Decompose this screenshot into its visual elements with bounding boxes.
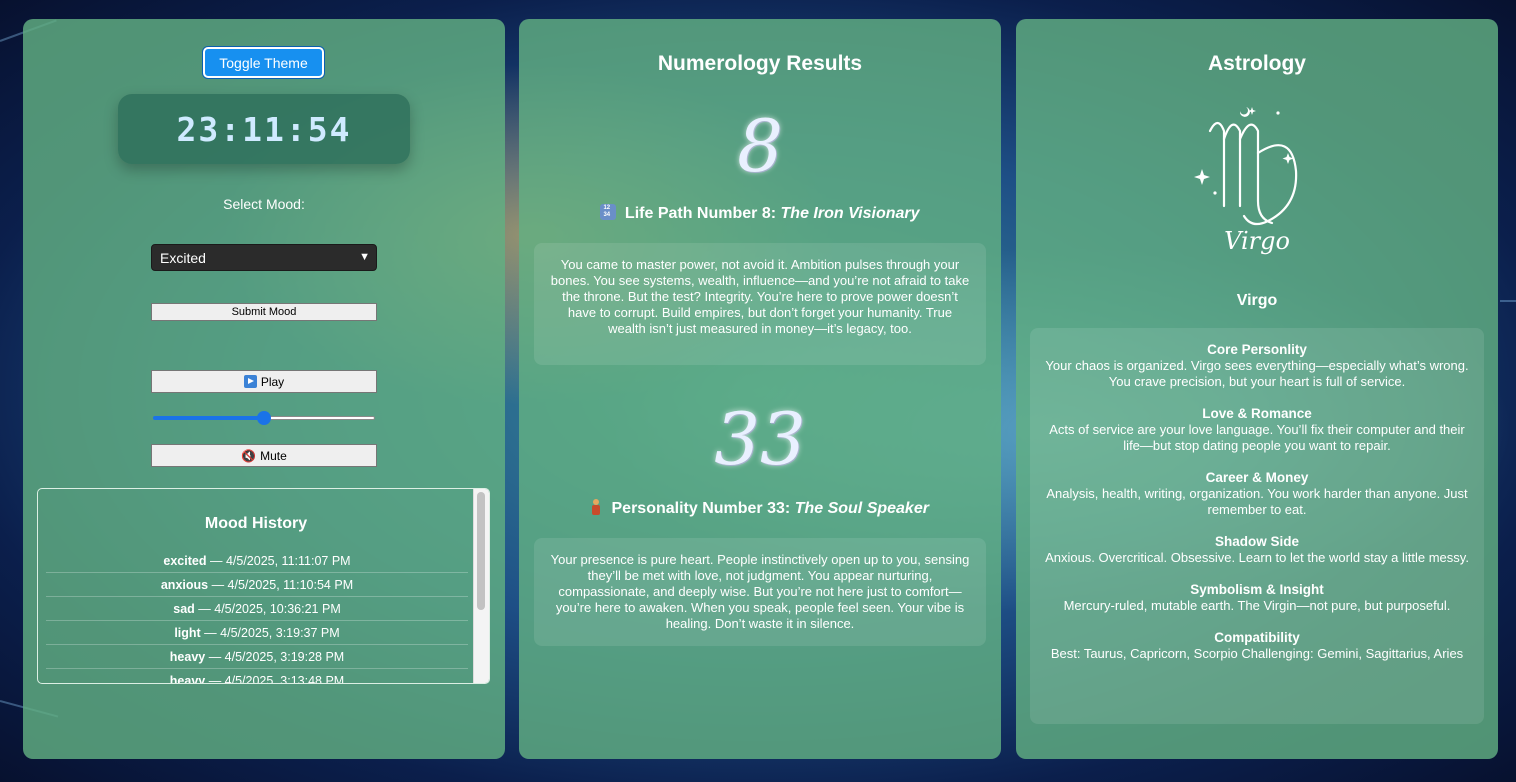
numerology-panel: Numerology Results 8 Life Path Number 8:… xyxy=(519,19,1001,759)
astrology-panel: Astrology Virgo Virgo Core Personlity You… xyxy=(1016,19,1498,759)
mood-history-item: excited — 4/5/2025, 11:11:07 PM xyxy=(46,550,468,573)
astrology-section-text: Mercury-ruled, mutable earth. The Virgin… xyxy=(1063,598,1451,613)
astrology-section: Love & Romance Acts of service are your l… xyxy=(1040,406,1474,454)
virgo-sign-image: Virgo xyxy=(1194,107,1298,255)
astrology-section-heading: Symbolism & Insight xyxy=(1190,582,1324,597)
astrology-section-text: Anxious. Overcritical. Obsessive. Learn … xyxy=(1045,550,1469,565)
astrology-section-text: Your chaos is organized. Virgo sees ever… xyxy=(1045,358,1469,389)
life-path-description: You came to master power, not avoid it. … xyxy=(534,243,986,365)
life-path-number-graphic: 8 xyxy=(737,104,783,188)
astrology-section-text: Analysis, health, writing, organization.… xyxy=(1046,486,1468,517)
astrology-section: Career & Money Analysis, health, writing,… xyxy=(1040,470,1474,518)
chevron-down-icon: ▼ xyxy=(359,251,370,263)
life-path-heading-name: The Iron Visionary xyxy=(780,205,920,222)
mood-history-item: heavy — 4/5/2025, 3:19:28 PM xyxy=(46,646,468,669)
svg-text:Virgo: Virgo xyxy=(1224,227,1290,255)
mood-history-title: Mood History xyxy=(204,515,308,532)
astrology-section-heading: Core Personlity xyxy=(1207,342,1307,357)
mute-button[interactable]: 🔇 Mute xyxy=(151,444,377,467)
personality-description: Your presence is pure heart. People inst… xyxy=(534,538,986,646)
personality-heading: Personality Number 33: The Soul Speaker xyxy=(519,499,1001,518)
mood-history-time: — 4/5/2025, 11:11:07 PM xyxy=(206,554,351,568)
toggle-theme-button[interactable]: Toggle Theme xyxy=(203,47,324,78)
mood-history-time: — 4/5/2025, 3:13:48 PM xyxy=(205,674,345,684)
volume-slider-track xyxy=(264,416,375,420)
mood-history-time: — 4/5/2025, 11:10:54 PM xyxy=(208,578,354,592)
mood-select-value: Excited xyxy=(160,249,206,266)
life-path-heading: Life Path Number 8: The Iron Visionary xyxy=(519,204,1001,223)
mood-history-scrollbar[interactable] xyxy=(473,489,489,683)
mood-history-item: anxious — 4/5/2025, 11:10:54 PM xyxy=(46,574,468,597)
mood-history-mood: heavy xyxy=(169,650,206,664)
astrology-title: Astrology xyxy=(1207,52,1306,75)
mood-history-item: sad — 4/5/2025, 10:36:21 PM xyxy=(46,598,468,621)
scrollbar-thumb[interactable] xyxy=(477,492,485,610)
muted-speaker-icon: 🔇 xyxy=(241,448,257,463)
personality-heading-prefix: Personality Number 33: xyxy=(611,500,791,517)
astrology-section-text: Acts of service are your love language. … xyxy=(1049,422,1465,453)
digital-clock: 23:11:54 xyxy=(118,94,410,164)
mood-history-mood: sad xyxy=(173,602,195,616)
mood-history-mood: heavy xyxy=(169,674,206,684)
mute-label: Mute xyxy=(260,448,287,463)
mood-history-box[interactable]: Mood History excited — 4/5/2025, 11:11:0… xyxy=(37,488,490,684)
volume-slider[interactable] xyxy=(153,411,375,425)
mood-history-item: heavy — 4/5/2025, 3:13:48 PM xyxy=(46,670,468,684)
mood-panel: Toggle Theme 23:11:54 Select Mood: Excit… xyxy=(23,19,505,759)
play-label: Play xyxy=(260,374,285,389)
astrology-details: Core Personlity Your chaos is organized. … xyxy=(1030,328,1484,724)
mood-select[interactable]: Excited ▼ xyxy=(151,244,377,271)
play-button[interactable]: Play xyxy=(151,370,377,393)
sign-name: Virgo xyxy=(1236,292,1278,309)
numbers-icon xyxy=(600,204,617,220)
astrology-section: Shadow Side Anxious. Overcritical. Obsess… xyxy=(1040,534,1474,566)
submit-mood-button[interactable]: Submit Mood xyxy=(151,303,377,321)
mood-history-item: light — 4/5/2025, 3:19:37 PM xyxy=(46,622,468,645)
mood-history-list: excited — 4/5/2025, 11:11:07 PM anxious —… xyxy=(46,550,468,684)
astrology-section-heading: Compatibility xyxy=(1214,630,1300,645)
mood-history-mood: excited xyxy=(163,554,207,568)
mood-history-time: — 4/5/2025, 10:36:21 PM xyxy=(194,602,341,616)
mood-history-mood: light xyxy=(174,626,201,640)
astrology-section: Core Personlity Your chaos is organized. … xyxy=(1040,342,1474,390)
astrology-section-heading: Love & Romance xyxy=(1202,406,1312,421)
astrology-section: Compatibility Best: Taurus, Capricorn, Sc… xyxy=(1040,630,1474,662)
submit-mood-label: Submit Mood xyxy=(231,306,297,318)
volume-slider-thumb[interactable] xyxy=(257,411,271,425)
astrology-section: Symbolism & Insight Mercury-ruled, mutabl… xyxy=(1040,582,1474,614)
mood-history-time: — 4/5/2025, 3:19:37 PM xyxy=(200,626,340,640)
volume-slider-fill xyxy=(153,416,264,420)
life-path-heading-prefix: Life Path Number 8: xyxy=(624,205,777,222)
personality-heading-name: The Soul Speaker xyxy=(794,500,929,517)
personality-number-graphic: 33 xyxy=(714,397,806,481)
astrology-section-heading: Career & Money xyxy=(1205,470,1309,485)
numerology-title: Numerology Results xyxy=(657,52,863,75)
select-mood-label: Select Mood: xyxy=(223,196,305,212)
astrology-section-heading: Shadow Side xyxy=(1214,534,1299,549)
mood-history-mood: anxious xyxy=(160,578,209,592)
person-icon xyxy=(591,499,601,515)
mood-history-time: — 4/5/2025, 3:19:28 PM xyxy=(205,650,345,664)
background-ray xyxy=(1500,300,1516,302)
astrology-section-text: Best: Taurus, Capricorn, Scorpio Challen… xyxy=(1050,646,1464,661)
play-icon xyxy=(243,375,257,388)
